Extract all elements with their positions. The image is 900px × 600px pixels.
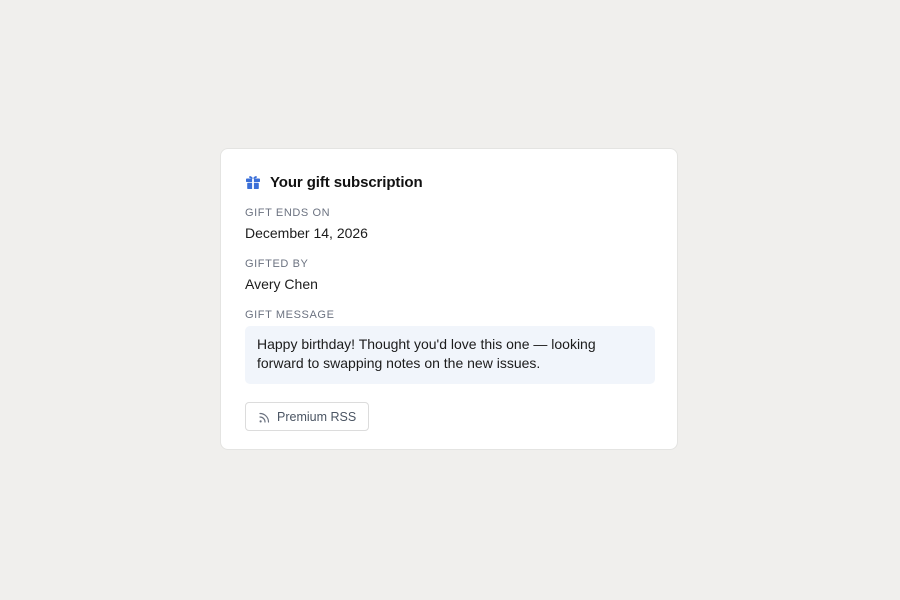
premium-rss-label: Premium RSS	[277, 409, 357, 424]
gift-message-box: Happy birthday! Thought you'd love this …	[245, 326, 655, 384]
gift-subscription-card: Your gift subscription GIFT ENDS ON Dece…	[220, 148, 678, 450]
rss-icon	[258, 411, 270, 423]
gifted-by-label: GIFTED BY	[245, 258, 309, 270]
gift-icon	[245, 174, 261, 190]
card-title: Your gift subscription	[270, 173, 423, 191]
card-header: Your gift subscription	[245, 172, 423, 192]
gift-ends-label: GIFT ENDS ON	[245, 207, 331, 219]
gift-ends-value: December 14, 2026	[245, 225, 368, 241]
gift-message-label: GIFT MESSAGE	[245, 309, 335, 321]
premium-rss-button[interactable]: Premium RSS	[245, 402, 370, 431]
gifted-by-value: Avery Chen	[245, 276, 318, 292]
